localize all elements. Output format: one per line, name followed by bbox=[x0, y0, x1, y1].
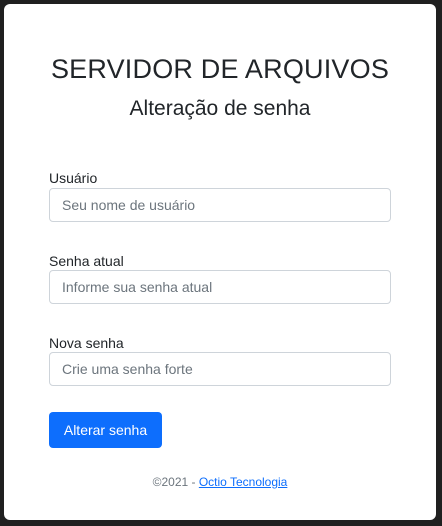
new-password-label: Nova senha bbox=[49, 335, 124, 351]
page-subtitle: Alteração de senha bbox=[129, 97, 311, 120]
new-password-input[interactable] bbox=[49, 352, 391, 386]
username-label: Usuário bbox=[49, 170, 98, 186]
copyright-text: ©2021 - bbox=[152, 475, 199, 489]
current-password-label: Senha atual bbox=[49, 253, 124, 269]
company-link[interactable]: Octio Tecnologia bbox=[199, 475, 288, 489]
current-password-input[interactable] bbox=[49, 270, 391, 304]
footer: ©2021 - Octio Tecnologia bbox=[4, 475, 436, 489]
change-password-button[interactable]: Alterar senha bbox=[49, 412, 162, 448]
password-change-card: SERVIDOR DE ARQUIVOS Alteração de senha … bbox=[4, 4, 436, 520]
page-title: SERVIDOR DE ARQUIVOS bbox=[50, 54, 390, 84]
username-input[interactable] bbox=[49, 188, 391, 222]
